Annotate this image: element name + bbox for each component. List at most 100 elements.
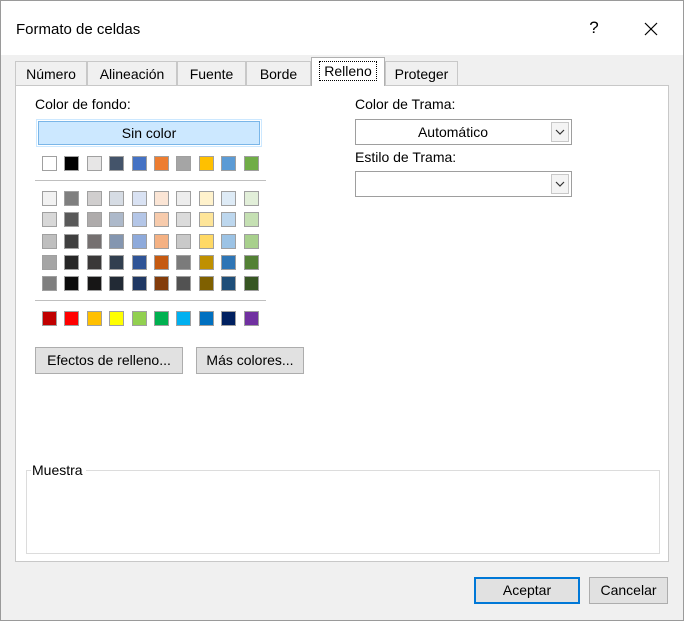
standard-color-swatch[interactable] [244, 311, 259, 326]
tint-color-swatch[interactable] [176, 276, 191, 291]
pattern-style-dropdown[interactable] [355, 171, 572, 197]
tint-color-swatch[interactable] [221, 255, 236, 270]
tint-color-swatch[interactable] [109, 234, 124, 249]
title-bar: Formato de celdas ? [1, 1, 683, 55]
tint-color-swatch[interactable] [132, 276, 147, 291]
tab-fuente[interactable]: Fuente [177, 61, 246, 85]
tint-color-swatch[interactable] [176, 234, 191, 249]
tint-color-swatch[interactable] [109, 191, 124, 206]
pattern-style-label: Estilo de Trama: [355, 149, 457, 165]
tint-color-swatch[interactable] [42, 191, 57, 206]
tint-color-swatch[interactable] [87, 255, 102, 270]
tint-color-swatch[interactable] [199, 191, 214, 206]
tint-color-swatch[interactable] [244, 276, 259, 291]
tint-color-swatch[interactable] [199, 212, 214, 227]
fill-effects-button[interactable]: Efectos de relleno... [35, 347, 183, 374]
pattern-color-dropdown-button[interactable] [551, 122, 569, 142]
tint-color-swatch[interactable] [64, 276, 79, 291]
pattern-style-dropdown-button[interactable] [551, 174, 569, 194]
tint-color-swatch[interactable] [154, 276, 169, 291]
tint-color-swatch[interactable] [109, 276, 124, 291]
tint-color-swatch[interactable] [176, 212, 191, 227]
background-color-label: Color de fondo: [35, 96, 131, 112]
close-icon [644, 22, 658, 36]
tint-color-swatch[interactable] [154, 255, 169, 270]
more-colors-button[interactable]: Más colores... [196, 347, 304, 374]
tint-color-swatch[interactable] [199, 255, 214, 270]
tint-color-swatch[interactable] [87, 212, 102, 227]
standard-color-swatch[interactable] [42, 311, 57, 326]
tint-color-swatch[interactable] [154, 191, 169, 206]
sample-label: Muestra [31, 462, 86, 478]
tab-numero[interactable]: Número [15, 61, 87, 85]
tint-color-swatch[interactable] [199, 234, 214, 249]
help-button[interactable]: ? [581, 15, 607, 41]
tint-color-swatch[interactable] [42, 276, 57, 291]
tint-color-swatch[interactable] [199, 276, 214, 291]
tint-color-swatch[interactable] [221, 212, 236, 227]
tint-color-swatch[interactable] [221, 276, 236, 291]
tint-color-swatch[interactable] [132, 234, 147, 249]
tint-color-swatch[interactable] [244, 191, 259, 206]
tint-color-swatch[interactable] [244, 234, 259, 249]
tint-color-swatch[interactable] [221, 234, 236, 249]
pattern-color-dropdown[interactable]: Automático [355, 119, 572, 145]
tint-color-swatch[interactable] [132, 255, 147, 270]
tint-color-swatch[interactable] [109, 255, 124, 270]
fill-effects-label: Efectos de relleno... [47, 352, 171, 368]
standard-color-swatch[interactable] [132, 311, 147, 326]
close-button[interactable] [637, 15, 665, 43]
tint-color-swatch[interactable] [132, 212, 147, 227]
tint-color-swatch[interactable] [64, 212, 79, 227]
palette-divider [35, 300, 266, 301]
pattern-color-value: Automático [417, 124, 489, 140]
tint-color-swatch[interactable] [42, 255, 57, 270]
theme-color-swatch[interactable] [244, 156, 259, 171]
theme-color-swatch[interactable] [132, 156, 147, 171]
tab-proteger[interactable]: Proteger [385, 61, 458, 85]
theme-color-swatch[interactable] [199, 156, 214, 171]
tint-color-swatch[interactable] [64, 234, 79, 249]
tint-color-swatch[interactable] [132, 191, 147, 206]
theme-color-swatch[interactable] [154, 156, 169, 171]
tab-alineacion[interactable]: Alineación [87, 61, 177, 85]
tint-color-swatch[interactable] [42, 212, 57, 227]
standard-color-swatch[interactable] [64, 311, 79, 326]
sample-preview: Muestra [26, 462, 660, 554]
tint-color-swatch[interactable] [154, 212, 169, 227]
tint-color-swatch[interactable] [64, 255, 79, 270]
theme-color-swatch[interactable] [42, 156, 57, 171]
pattern-color-label: Color de Trama: [355, 96, 456, 112]
tint-color-swatch[interactable] [221, 191, 236, 206]
fill-panel: Color de fondo: Sin color Efectos de rel… [15, 85, 669, 562]
standard-color-swatch[interactable] [87, 311, 102, 326]
theme-color-swatch[interactable] [64, 156, 79, 171]
tab-borde[interactable]: Borde [246, 61, 311, 85]
tint-color-swatch[interactable] [244, 212, 259, 227]
standard-color-swatch[interactable] [154, 311, 169, 326]
tint-color-swatch[interactable] [154, 234, 169, 249]
ok-button[interactable]: Aceptar [474, 577, 580, 604]
standard-color-swatch[interactable] [109, 311, 124, 326]
cancel-button[interactable]: Cancelar [589, 577, 668, 604]
standard-color-swatch[interactable] [176, 311, 191, 326]
theme-color-swatch[interactable] [109, 156, 124, 171]
theme-color-swatch[interactable] [87, 156, 102, 171]
tab-relleno-label: Relleno [319, 61, 377, 81]
pattern-style-value [356, 172, 550, 196]
theme-color-swatch[interactable] [221, 156, 236, 171]
theme-color-swatch[interactable] [176, 156, 191, 171]
tint-color-swatch[interactable] [42, 234, 57, 249]
tint-color-swatch[interactable] [109, 212, 124, 227]
tint-color-swatch[interactable] [64, 191, 79, 206]
tint-color-swatch[interactable] [244, 255, 259, 270]
tint-color-swatch[interactable] [176, 255, 191, 270]
tint-color-swatch[interactable] [176, 191, 191, 206]
no-color-button[interactable]: Sin color [36, 119, 262, 147]
tint-color-swatch[interactable] [87, 276, 102, 291]
standard-color-swatch[interactable] [199, 311, 214, 326]
standard-color-swatch[interactable] [221, 311, 236, 326]
tint-color-swatch[interactable] [87, 234, 102, 249]
tint-color-swatch[interactable] [87, 191, 102, 206]
tab-relleno[interactable]: Relleno [311, 57, 385, 86]
